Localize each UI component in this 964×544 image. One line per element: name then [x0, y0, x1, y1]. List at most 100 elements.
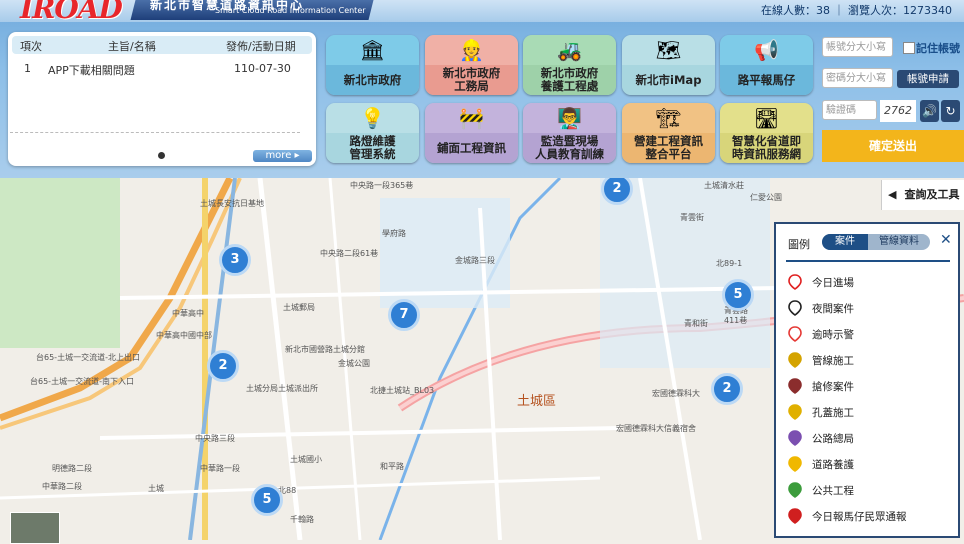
announcement-panel: 項次 主旨/名稱 發佈/活動日期 1 APP下載相關問題 110-07-30 [8, 32, 316, 166]
map-label: 中央路二段61巷 [320, 249, 379, 258]
map-label: 土城國小 [290, 455, 322, 464]
legend-item-label: 搶修案件 [812, 381, 854, 393]
tile-link[interactable]: 🚧 鋪面工程資訊 [425, 103, 518, 163]
announcement-header: 項次 主旨/名稱 發佈/活動日期 [12, 36, 312, 54]
map-label: 青和街 [684, 319, 708, 328]
case-cluster[interactable]: 2 [711, 373, 743, 405]
map-label: 中央路一段365巷 [350, 181, 414, 190]
tile-link[interactable]: 👷 新北市政府 工務局 [425, 35, 518, 95]
close-icon[interactable]: ✕ [940, 232, 952, 248]
announcement-row[interactable]: 1 APP下載相關問題 110-07-30 [12, 61, 312, 77]
col-date: 發佈/活動日期 [226, 40, 296, 53]
legend-divider [786, 260, 950, 262]
map-label: 北89-1 [716, 259, 743, 268]
submit-button[interactable]: 確定送出 [822, 130, 964, 162]
pin-red-icon [788, 326, 802, 342]
case-cluster[interactable]: 5 [251, 484, 283, 516]
query-tools-label: 查詢及工具 [904, 188, 960, 201]
map-label: 宏國德霖科大信義宿舍 [616, 424, 696, 433]
tile-label: 智慧化省道即 時資訊服務網 [732, 134, 801, 161]
city-hall-icon: 🏛 [359, 38, 386, 62]
legend-item-label: 管線施工 [812, 355, 854, 367]
case-cluster[interactable]: 7 [388, 299, 420, 331]
audio-captcha-icon[interactable]: 🔊 [920, 100, 939, 122]
case-cluster[interactable]: 2 [207, 350, 239, 382]
citizen-report-pin-icon [788, 508, 802, 524]
pager-dot[interactable] [158, 152, 165, 159]
tile-link[interactable]: 🗺 新北市iMap [622, 35, 715, 95]
tile-label: 新北市政府 工務局 [442, 66, 501, 93]
map-label: 土城郵局 [283, 303, 315, 312]
manhole-pin-icon [788, 404, 802, 420]
account-apply-button[interactable]: 帳號申請 [897, 70, 959, 88]
logo[interactable]: IROAD [20, 0, 123, 25]
map-label: 土城分局土城派出所 [246, 384, 318, 393]
map-label: 中華高中國中部 [156, 331, 212, 340]
map-label: 千翰路 [290, 515, 314, 524]
remember-checkbox[interactable] [903, 42, 915, 54]
tab-cases[interactable]: 案件 [822, 234, 868, 250]
captcha-image: 2762 [880, 100, 916, 122]
tile-link[interactable]: 👨‍🏫 監造暨現場 人員教育訓練 [523, 103, 616, 163]
legend-item-label: 逾時示警 [812, 329, 854, 341]
highway-bureau-pin-icon [788, 430, 802, 446]
divider [10, 132, 300, 133]
map-label: 台65-土城一交流道-南下入口 [30, 377, 134, 386]
password-input[interactable]: 密碼分大小寫 [822, 68, 893, 88]
map-label: 和平路 [380, 462, 404, 471]
tile-label: 路平報馬仔 [737, 72, 796, 87]
legend-item-label: 今日進場 [812, 277, 854, 289]
worker-icon: 👷 [459, 38, 484, 62]
tile-link[interactable]: 💡 路燈維護 管理系統 [326, 103, 419, 163]
triangle-left-icon: ◀ [888, 188, 897, 201]
case-cluster[interactable]: 5 [722, 279, 754, 311]
basemap-thumbnail[interactable] [10, 512, 60, 544]
tile-link[interactable]: 🛣 智慧化省道即 時資訊服務網 [720, 103, 813, 163]
pin-black-outline-icon [788, 300, 802, 316]
brand-subtitle: Smart Cloud Road Information Center [215, 6, 366, 15]
col-title: 主旨/名稱 [108, 40, 156, 53]
map-label: 土城長安抗日基地 [200, 199, 264, 208]
map-label: 中華高中 [172, 309, 204, 318]
captcha-input[interactable]: 驗證碼 [822, 100, 877, 120]
legend-item-label: 公路總局 [812, 433, 854, 445]
row-date: 110-07-30 [234, 62, 291, 75]
legend-title: 圖例 [788, 238, 810, 251]
streetlight-icon: 💡 [360, 106, 385, 130]
megaphone-icon: 📢 [754, 38, 779, 62]
refresh-captcha-icon[interactable]: ↻ [941, 100, 960, 122]
tile-label: 營建工程資訊 整合平台 [634, 134, 703, 161]
tile-link[interactable]: 📢 路平報馬仔 [720, 35, 813, 95]
tile-link[interactable]: 🚜 新北市政府 養護工程處 [523, 35, 616, 95]
tile-label: 路燈維護 管理系統 [349, 134, 396, 161]
remember-label[interactable]: 記住帳號 [916, 40, 960, 56]
tile-label: 新北市政府 養護工程處 [540, 66, 599, 93]
query-tools-tab[interactable]: ◀ 查詢及工具 [881, 180, 964, 210]
map-label: 中央路三段 [195, 434, 235, 443]
account-input[interactable]: 帳號分大小寫 [822, 37, 893, 57]
tab-pipes[interactable]: 管線資料 [868, 234, 930, 250]
highway-icon: 🛣 [753, 106, 780, 130]
case-cluster[interactable]: 3 [219, 244, 251, 276]
more-button[interactable]: more ▸ [253, 150, 312, 162]
pipeline-pin-icon [788, 352, 802, 368]
tile-link[interactable]: 🏛 新北市政府 [326, 35, 419, 95]
col-index: 項次 [20, 40, 42, 53]
tile-label: 新北市政府 [343, 72, 402, 87]
online-counter: 在線人數：38 ｜ 瀏覽人次：1273340 [761, 4, 952, 17]
legend-item-label: 孔蓋施工 [812, 407, 854, 419]
map-label: 仁愛公園 [750, 193, 782, 202]
row-title[interactable]: APP下載相關問題 [48, 62, 135, 78]
road-roller-icon: 🚧 [459, 106, 484, 130]
legend-item-label: 夜間案件 [812, 303, 854, 315]
map-label: 中華路一段 [200, 464, 240, 473]
legend-item-label: 公共工程 [812, 485, 854, 497]
maintenance-pin-icon [788, 456, 802, 472]
legend-item-label: 今日報馬仔民眾通報 [812, 511, 907, 523]
excavator-icon: 🚜 [557, 38, 582, 62]
map-label: 土城 [148, 484, 164, 493]
tile-link[interactable]: 🏗 營建工程資訊 整合平台 [622, 103, 715, 163]
construction-icon: 🏗 [655, 106, 682, 130]
map-label: 宏國德霖科大 [652, 389, 700, 398]
legend-tabs: 案件 管線資料 [822, 234, 930, 250]
